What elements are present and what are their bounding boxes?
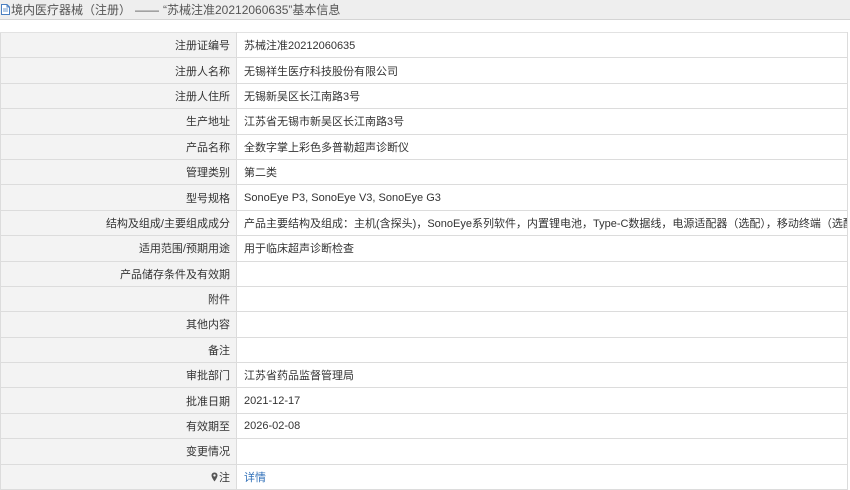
detail-table: 注册证编号 苏械注准20212060635 注册人名称 无锡祥生医疗科技股份有限公司注… <box>0 31 848 490</box>
table-row: 审批部门 江苏省药品监督管理局 <box>0 362 848 389</box>
table-row: 生产地址 江苏省无锡市新吴区长江南路3号 <box>0 108 848 135</box>
field-value: 第二类 <box>236 158 848 186</box>
table-row: 管理类别 第二类 <box>0 158 848 186</box>
field-value: 江苏省药品监督管理局 <box>236 362 848 389</box>
table-row: 产品储存条件及有效期 <box>0 260 848 287</box>
field-label: 适用范围/预期用途 <box>0 235 237 262</box>
field-label: 注册人名称 <box>0 57 237 84</box>
field-label: 变更情况 <box>0 438 237 465</box>
field-label: 产品名称 <box>0 133 237 160</box>
note-value-cell: 详情 <box>236 463 848 490</box>
document-icon <box>1 4 10 15</box>
field-value <box>236 438 848 465</box>
field-value <box>236 285 848 313</box>
field-label: 其他内容 <box>0 311 237 338</box>
field-label: 结构及组成/主要组成成分 <box>0 209 237 237</box>
note-label: 注 <box>219 471 230 484</box>
field-value: SonoEye P3, SonoEye V3, SonoEye G3 <box>236 184 848 211</box>
field-label: 审批部门 <box>0 362 237 389</box>
field-label: 附件 <box>0 285 237 313</box>
field-value: 用于临床超声诊断检查 <box>236 235 848 262</box>
table-row: 结构及组成/主要组成成分 产品主要结构及组成：主机(含探头)，SonoEye系列软… <box>0 209 848 237</box>
title-separator: —— <box>135 2 160 17</box>
table-row: 产品名称 全数字掌上彩色多普勒超声诊断仪 <box>0 133 848 160</box>
table-row: 适用范围/预期用途 用于临床超声诊断检查 <box>0 235 848 262</box>
field-label: 批准日期 <box>0 387 237 414</box>
field-value: 产品主要结构及组成：主机(含探头)，SonoEye系列软件，内置锂电池，Type… <box>236 209 848 237</box>
field-label: 有效期至 <box>0 412 237 440</box>
table-row: 注册证编号 苏械注准20212060635 <box>0 31 848 59</box>
field-value: 无锡祥生医疗科技股份有限公司 <box>236 57 848 84</box>
field-label: 型号规格 <box>0 184 237 211</box>
table-row: 其他内容 <box>0 311 848 338</box>
note-label-cell: 注 <box>0 463 237 490</box>
map-pin-icon <box>211 472 218 482</box>
field-label: 生产地址 <box>0 108 237 135</box>
field-value: 2026-02-08 <box>236 412 848 440</box>
category-label: 境内医疗器械（注册） <box>11 3 132 17</box>
field-value: 江苏省无锡市新吴区长江南路3号 <box>236 108 848 135</box>
field-value <box>236 336 848 364</box>
table-row: 备注 <box>0 336 848 364</box>
field-label: 注册证编号 <box>0 31 237 59</box>
field-value <box>236 311 848 338</box>
record-title: “苏械注准20212060635” <box>163 3 293 17</box>
table-row: 变更情况 <box>0 438 848 465</box>
table-row: 注册人住所 无锡新吴区长江南路3号 <box>0 82 848 110</box>
field-value <box>236 260 848 287</box>
field-label: 备注 <box>0 336 237 364</box>
title-suffix: 基本信息 <box>292 3 341 17</box>
table-row: 注册人名称 无锡祥生医疗科技股份有限公司 <box>0 57 848 84</box>
table-row: 有效期至 2026-02-08 <box>0 412 848 440</box>
page-header: 境内医疗器械（注册） —— “苏械注准20212060635” 基本信息 <box>0 0 850 20</box>
field-label: 管理类别 <box>0 158 237 186</box>
details-link[interactable]: 详情 <box>244 472 266 484</box>
field-value: 苏械注准20212060635 <box>236 31 848 59</box>
table-row: 型号规格 SonoEye P3, SonoEye V3, SonoEye G3 <box>0 184 848 211</box>
field-label: 产品储存条件及有效期 <box>0 260 237 287</box>
field-value: 2021-12-17 <box>236 387 848 414</box>
table-row: 附件 <box>0 285 848 313</box>
field-value: 全数字掌上彩色多普勒超声诊断仪 <box>236 133 848 160</box>
field-label: 注册人住所 <box>0 82 237 110</box>
field-value: 无锡新吴区长江南路3号 <box>236 82 848 110</box>
table-row: 批准日期 2021-12-17 <box>0 387 848 414</box>
note-row: 注 详情 <box>0 463 848 490</box>
detail-table-body: 注册证编号 苏械注准20212060635 注册人名称 无锡祥生医疗科技股份有限公司注… <box>0 31 848 490</box>
